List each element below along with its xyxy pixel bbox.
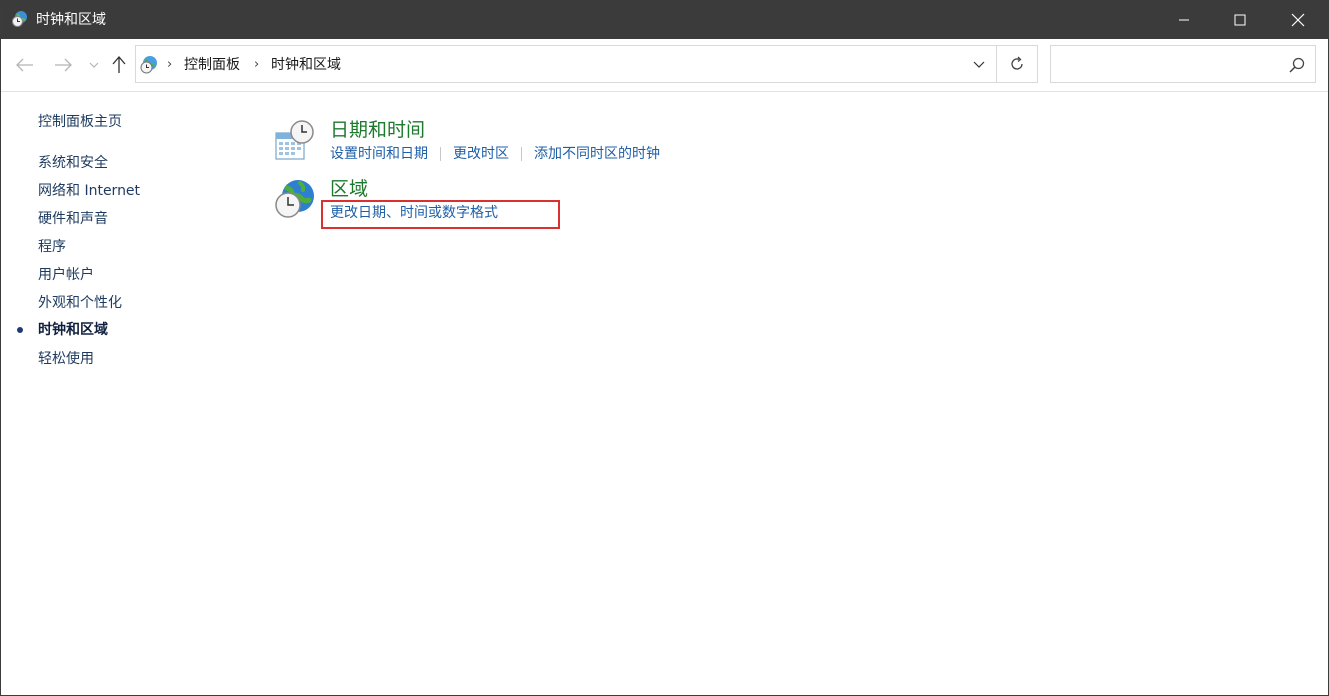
sidebar-item-clock-region[interactable]: 时钟和区域: [38, 321, 108, 339]
link-separator: [440, 147, 441, 161]
search-icon[interactable]: [1288, 56, 1306, 74]
forward-arrow-icon: [55, 58, 72, 72]
up-arrow-icon: [112, 56, 126, 73]
back-button[interactable]: [12, 52, 38, 78]
link-change-timezone[interactable]: 更改时区: [453, 145, 509, 163]
breadcrumb-clock-region[interactable]: 时钟和区域: [271, 56, 341, 74]
highlight-box: [321, 200, 560, 229]
control-panel-icon: [139, 55, 159, 75]
maximize-button[interactable]: [1211, 1, 1269, 39]
recent-locations-button[interactable]: [83, 52, 105, 78]
chevron-down-icon: [89, 62, 99, 68]
minimize-button[interactable]: [1155, 1, 1213, 39]
sidebar-item-ease-of-access[interactable]: 轻松使用: [38, 350, 94, 368]
breadcrumb-separator: ›: [254, 57, 260, 72]
forward-button[interactable]: [50, 52, 76, 78]
back-arrow-icon: [16, 58, 33, 72]
title-bar[interactable]: 时钟和区域: [1, 1, 1328, 39]
window-title: 时钟和区域: [36, 12, 106, 28]
clock-globe-icon: [11, 10, 29, 28]
address-bar[interactable]: › 控制面板 › 时钟和区域: [135, 45, 997, 83]
refresh-icon: [1010, 56, 1023, 70]
close-icon: [1291, 13, 1305, 27]
globe-clock-icon: [273, 178, 317, 222]
current-item-bullet: [17, 327, 23, 333]
search-input[interactable]: [1057, 54, 1277, 74]
refresh-button[interactable]: [996, 45, 1038, 83]
calendar-clock-icon: [273, 119, 317, 163]
minimize-icon: [1179, 19, 1189, 21]
navigation-bar: › 控制面板 › 时钟和区域: [1, 39, 1328, 92]
link-add-clocks[interactable]: 添加不同时区的时钟: [534, 145, 660, 163]
sidebar-item-system-security[interactable]: 系统和安全: [38, 154, 108, 172]
address-dropdown-button[interactable]: [962, 46, 996, 82]
breadcrumb-separator: ›: [167, 57, 173, 72]
sidebar-item-home[interactable]: 控制面板主页: [38, 113, 122, 131]
sidebar-item-programs[interactable]: 程序: [38, 238, 66, 256]
date-time-links: 设置时间和日期 更改时区 添加不同时区的时钟: [330, 145, 660, 163]
sidebar-item-user-accounts[interactable]: 用户帐户: [38, 266, 94, 284]
control-panel-window: 时钟和区域 › 控制面板 › 时钟和区域 控制面板主页 系统和安全 网络和 In…: [0, 0, 1329, 696]
chevron-down-icon: [973, 61, 985, 68]
breadcrumb-control-panel[interactable]: 控制面板: [184, 56, 240, 74]
link-separator: [521, 147, 522, 161]
link-set-time-date[interactable]: 设置时间和日期: [330, 145, 428, 163]
search-box[interactable]: [1050, 45, 1316, 83]
sidebar-item-network-internet[interactable]: 网络和 Internet: [38, 182, 140, 200]
up-button[interactable]: [106, 52, 132, 78]
category-title-date-time[interactable]: 日期和时间: [330, 118, 425, 142]
sidebar-item-appearance[interactable]: 外观和个性化: [38, 294, 122, 312]
sidebar-item-hardware-sound[interactable]: 硬件和声音: [38, 210, 108, 228]
maximize-icon: [1234, 14, 1246, 26]
close-button[interactable]: [1269, 1, 1327, 39]
category-title-region[interactable]: 区域: [330, 177, 368, 201]
